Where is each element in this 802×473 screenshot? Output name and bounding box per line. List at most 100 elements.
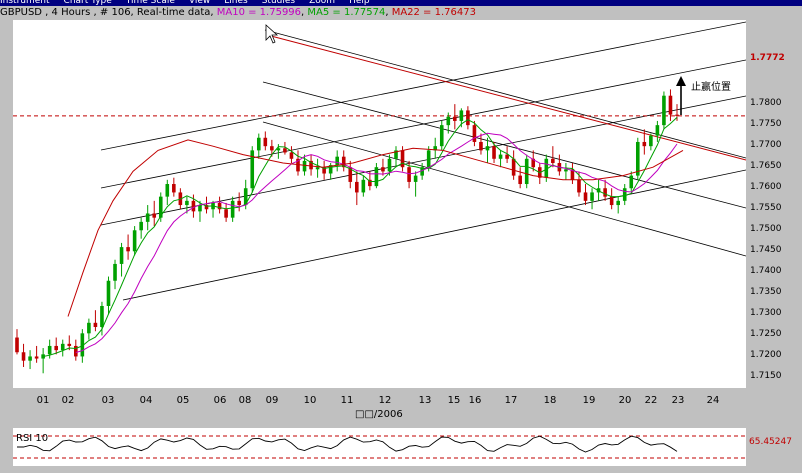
x-tick-label: 03 bbox=[101, 395, 115, 406]
candle-body bbox=[459, 110, 464, 121]
x-tick-label: 18 bbox=[543, 395, 557, 406]
candle-body bbox=[198, 205, 202, 212]
x-tick-label: 16 bbox=[468, 395, 482, 406]
candle-body bbox=[603, 188, 607, 197]
rsi-label: RSI 10 bbox=[16, 433, 49, 444]
x-tick-label: 23 bbox=[671, 395, 685, 406]
price-chart-area[interactable]: 止赢位置 bbox=[13, 20, 746, 388]
candle-body bbox=[302, 160, 307, 172]
y-tick-label: 1.7300 bbox=[750, 308, 782, 319]
chart-title: GBPUSD , 4 Hours , # 106, Real-time data bbox=[0, 7, 211, 18]
candle-body bbox=[439, 125, 444, 147]
candle-body bbox=[472, 125, 477, 142]
x-tick-label: 19 bbox=[582, 395, 596, 406]
candle-body bbox=[191, 200, 196, 212]
candle-body bbox=[289, 152, 294, 159]
candle-body bbox=[87, 322, 91, 334]
candle-body bbox=[106, 280, 111, 306]
candle-body bbox=[145, 213, 150, 222]
candle-body bbox=[21, 352, 26, 361]
candle-body bbox=[564, 169, 568, 172]
trend-line bbox=[100, 21, 746, 151]
candle-body bbox=[485, 146, 490, 151]
candle-body bbox=[635, 141, 640, 176]
x-axis-title: □□/2006 bbox=[355, 409, 403, 420]
x-tick-label: 20 bbox=[618, 395, 632, 406]
candle-body bbox=[47, 345, 52, 355]
candle-body bbox=[479, 141, 483, 151]
candle-body bbox=[256, 137, 261, 151]
candle-body bbox=[590, 192, 594, 201]
candle-body bbox=[152, 213, 157, 218]
red-trend-line bbox=[270, 35, 746, 161]
chart-header: GBPUSD , 4 Hours , # 106, Real-time data… bbox=[0, 6, 802, 20]
candle-body bbox=[387, 158, 392, 172]
candle-body bbox=[67, 343, 72, 346]
candle-body bbox=[230, 200, 235, 218]
y-tick-label: 1.7800 bbox=[750, 98, 782, 109]
x-tick-label: 10 bbox=[303, 395, 317, 406]
x-axis: 01 02 03 04 05 06 08 09 10 11 12 13 15 16 17 18 19 20 22 23… bbox=[13, 395, 746, 409]
mouse-cursor-icon bbox=[265, 24, 279, 44]
candle-body bbox=[609, 196, 614, 206]
ma22-label: MA22 = 1.76473 bbox=[391, 7, 476, 18]
ma22-line bbox=[67, 139, 684, 317]
x-tick-label: 24 bbox=[706, 395, 720, 406]
annotation-arrow-head bbox=[676, 76, 686, 86]
x-tick-label: 08 bbox=[238, 395, 252, 406]
candle-body bbox=[466, 110, 470, 126]
ma5-line bbox=[43, 117, 678, 357]
y-tick-label: 1.7350 bbox=[750, 287, 782, 298]
candle-body bbox=[100, 305, 104, 328]
x-tick-label: 02 bbox=[61, 395, 75, 406]
candle-body bbox=[492, 146, 496, 159]
candle-body bbox=[172, 184, 176, 193]
candle-body bbox=[283, 148, 287, 153]
candle-body bbox=[28, 356, 32, 361]
candle-body bbox=[355, 181, 359, 193]
candle-body bbox=[34, 356, 39, 359]
candle-body bbox=[413, 175, 418, 182]
price-chart-svg: 止赢位置 bbox=[13, 21, 746, 374]
rsi-ref-value: 65.45247 bbox=[749, 437, 792, 447]
candle-body bbox=[335, 156, 339, 166]
candle-body bbox=[675, 114, 679, 116]
annotation-label: 止赢位置 bbox=[691, 80, 731, 93]
candle-body bbox=[15, 337, 19, 353]
candle-body bbox=[270, 146, 274, 151]
candle-body bbox=[616, 200, 620, 206]
x-tick-label: 17 bbox=[504, 395, 518, 406]
candle-body bbox=[400, 150, 405, 168]
candle-body bbox=[649, 135, 653, 147]
candle-body bbox=[54, 345, 59, 351]
current-price-label: 1.7772 bbox=[750, 53, 785, 63]
candle-body bbox=[237, 200, 241, 206]
x-tick-label: 01 bbox=[36, 395, 50, 406]
candle-body bbox=[263, 137, 268, 147]
x-tick-label: 15 bbox=[447, 395, 461, 406]
x-tick-label: 13 bbox=[418, 395, 432, 406]
candle-body bbox=[426, 150, 431, 168]
x-tick-label: 06 bbox=[213, 395, 227, 406]
y-tick-label: 1.7250 bbox=[750, 329, 782, 340]
candle-body bbox=[119, 247, 124, 264]
candle-body bbox=[583, 192, 588, 201]
candle-body bbox=[629, 175, 634, 189]
y-tick-label: 1.7700 bbox=[750, 140, 782, 151]
candle-body bbox=[113, 263, 117, 281]
y-tick-label: 1.7500 bbox=[750, 224, 782, 235]
rsi-panel[interactable]: RSI 10 bbox=[13, 428, 746, 466]
candle-body bbox=[93, 322, 98, 328]
x-tick-label: 05 bbox=[176, 395, 190, 406]
y-tick-label: 1.7550 bbox=[750, 203, 782, 214]
candle-body bbox=[381, 167, 385, 172]
candle-body bbox=[315, 167, 320, 170]
candle-body bbox=[224, 209, 228, 218]
rsi-svg bbox=[13, 435, 746, 459]
candle-body bbox=[126, 247, 130, 252]
candle-body bbox=[498, 154, 503, 159]
candle-body bbox=[361, 179, 366, 193]
x-tick-label: 09 bbox=[265, 395, 279, 406]
candle-body bbox=[446, 116, 451, 126]
candle-body bbox=[622, 188, 627, 201]
